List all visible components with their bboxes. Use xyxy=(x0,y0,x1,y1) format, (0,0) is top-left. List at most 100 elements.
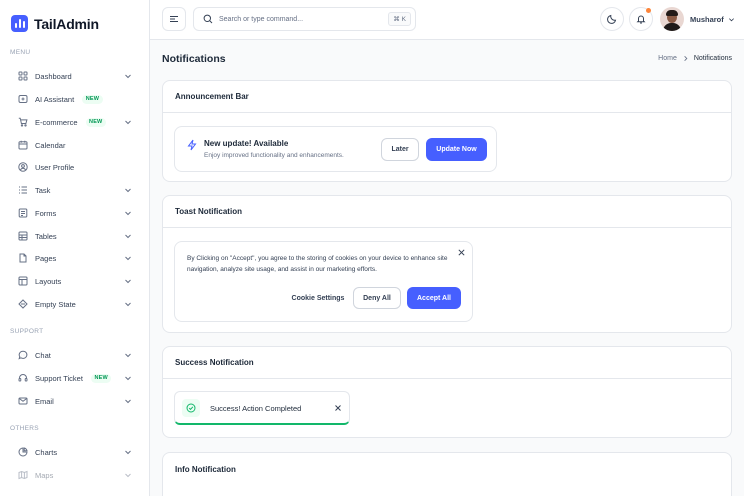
sidebar-toggle-button[interactable] xyxy=(162,7,186,31)
page-title: Notifications xyxy=(162,53,226,65)
sidebar-item-chat[interactable]: Chat xyxy=(10,346,136,364)
top-header: Search or type command... ⌘ K Musharof xyxy=(150,0,744,40)
empty-state-icon xyxy=(18,299,28,309)
sidebar-item-pages[interactable]: Pages xyxy=(10,249,136,267)
close-icon[interactable] xyxy=(457,248,466,257)
sidebar-item-dashboard[interactable]: Dashboard xyxy=(10,67,136,85)
chevron-down-icon xyxy=(125,302,131,307)
bell-icon xyxy=(636,15,646,24)
section-label-menu: MENU xyxy=(10,49,31,56)
chevron-down-icon xyxy=(125,450,131,455)
sidebar-item-label: Dashboard xyxy=(35,71,72,81)
card-title: Info Notification xyxy=(175,464,236,474)
accept-all-button[interactable]: Accept All xyxy=(407,287,461,309)
breadcrumb-home[interactable]: Home xyxy=(658,55,677,62)
sidebar-item-ai-assistant[interactable]: AI Assistant NEW xyxy=(10,90,136,108)
pie-chart-icon xyxy=(18,447,28,457)
section-label-others: OTHERS xyxy=(10,425,39,432)
chat-icon xyxy=(18,350,28,360)
sidebar-item-label: Calendar xyxy=(35,140,66,150)
card-title: Toast Notification xyxy=(163,196,731,228)
announcement-title: New update! Available xyxy=(204,139,289,148)
sidebar-item-label: E-commerce xyxy=(35,117,78,127)
chevron-down-icon xyxy=(125,399,131,404)
check-circle-icon xyxy=(182,399,200,417)
chevron-down-icon xyxy=(125,473,131,478)
announcement-bar: New update! Available Enjoy improved fun… xyxy=(174,126,497,172)
sidebar-item-maps[interactable]: Maps xyxy=(10,466,136,484)
info-notification-card: Info Notification xyxy=(162,452,732,496)
sidebar-item-e-commerce[interactable]: E-commerce NEW xyxy=(10,113,136,131)
sidebar-item-email[interactable]: Email xyxy=(10,392,136,410)
app-name: TailAdmin xyxy=(34,15,99,32)
logo-icon xyxy=(11,15,28,32)
sidebar-item-task[interactable]: Task xyxy=(10,181,136,199)
sidebar-item-tables[interactable]: Tables xyxy=(10,227,136,245)
sidebar-item-label: Support Ticket xyxy=(35,373,83,383)
sidebar-item-user-profile[interactable]: User Profile xyxy=(10,158,136,176)
app-logo[interactable]: TailAdmin xyxy=(11,15,99,32)
search-icon xyxy=(203,14,213,24)
lightning-icon xyxy=(187,139,197,151)
chevron-down-icon xyxy=(125,234,131,239)
sidebar-item-label: Chat xyxy=(35,350,51,360)
sidebar-item-label: Pages xyxy=(35,253,57,263)
sidebar-item-support-ticket[interactable]: Support Ticket NEW xyxy=(10,369,136,387)
update-now-button[interactable]: Update Now xyxy=(426,138,487,161)
section-label-support: SUPPORT xyxy=(10,328,44,335)
map-icon xyxy=(18,470,28,480)
chevron-down-icon xyxy=(125,120,131,125)
chevron-right-icon xyxy=(684,56,688,61)
form-icon xyxy=(18,208,28,218)
sidebar-item-label: Email xyxy=(35,396,54,406)
announcement-bar-card: Announcement Bar New update! Available E… xyxy=(162,80,732,182)
sidebar-item-label: Empty State xyxy=(35,299,76,309)
search-shortcut-hint: ⌘ K xyxy=(388,12,411,26)
sidebar-item-calendar[interactable]: Calendar xyxy=(10,136,136,154)
new-badge: NEW xyxy=(90,373,112,383)
avatar xyxy=(660,7,684,31)
sidebar-item-charts[interactable]: Charts xyxy=(10,443,136,461)
sidebar-item-label: Tables xyxy=(35,231,57,241)
user-menu[interactable]: Musharof xyxy=(660,7,735,31)
sidebar-item-label: Forms xyxy=(35,208,57,218)
success-notification-card: Success Notification Success! Action Com… xyxy=(162,346,732,438)
chevron-down-icon xyxy=(125,188,131,193)
chevron-down-icon xyxy=(125,211,131,216)
sidebar-item-layouts[interactable]: Layouts xyxy=(10,272,136,290)
notifications-button[interactable] xyxy=(629,7,653,31)
headset-icon xyxy=(18,373,28,383)
chevron-down-icon xyxy=(125,376,131,381)
later-button[interactable]: Later xyxy=(381,138,419,161)
user-circle-icon xyxy=(18,162,28,172)
chevron-down-icon xyxy=(125,279,131,284)
success-alert: Success! Action Completed xyxy=(174,391,350,425)
cookie-toast: By Clicking on "Accept", you agree to th… xyxy=(174,241,473,322)
menu-icon xyxy=(170,16,178,22)
deny-all-button[interactable]: Deny All xyxy=(353,287,401,309)
toast-notification-card: Toast Notification By Clicking on "Accep… xyxy=(162,195,732,333)
theme-toggle-button[interactable] xyxy=(600,7,624,31)
announcement-subtitle: Enjoy improved functionality and enhance… xyxy=(204,152,344,159)
chevron-down-icon xyxy=(728,17,734,21)
sidebar-item-label: Maps xyxy=(35,470,54,480)
search-input[interactable]: Search or type command... ⌘ K xyxy=(193,7,416,31)
sidebar-item-forms[interactable]: Forms xyxy=(10,204,136,222)
sidebar-item-empty-state[interactable]: Empty State xyxy=(10,295,136,313)
breadcrumb: Home Notifications xyxy=(658,55,732,62)
new-badge: NEW xyxy=(85,117,106,127)
chevron-down-icon xyxy=(125,353,131,358)
mail-icon xyxy=(18,396,28,406)
sidebar: TailAdmin MENU Dashboard AI Assistant NE… xyxy=(0,0,150,496)
sparkle-icon xyxy=(18,94,28,104)
pages-icon xyxy=(18,253,28,263)
success-message: Success! Action Completed xyxy=(210,404,302,413)
cookie-settings-button[interactable]: Cookie Settings xyxy=(287,287,349,309)
sidebar-item-label: Charts xyxy=(35,447,58,457)
task-list-icon xyxy=(18,185,28,195)
grid-icon xyxy=(18,71,28,81)
sidebar-item-label: User Profile xyxy=(35,162,75,172)
chevron-down-icon xyxy=(125,256,131,261)
moon-icon xyxy=(607,14,617,24)
close-icon[interactable] xyxy=(334,404,342,412)
